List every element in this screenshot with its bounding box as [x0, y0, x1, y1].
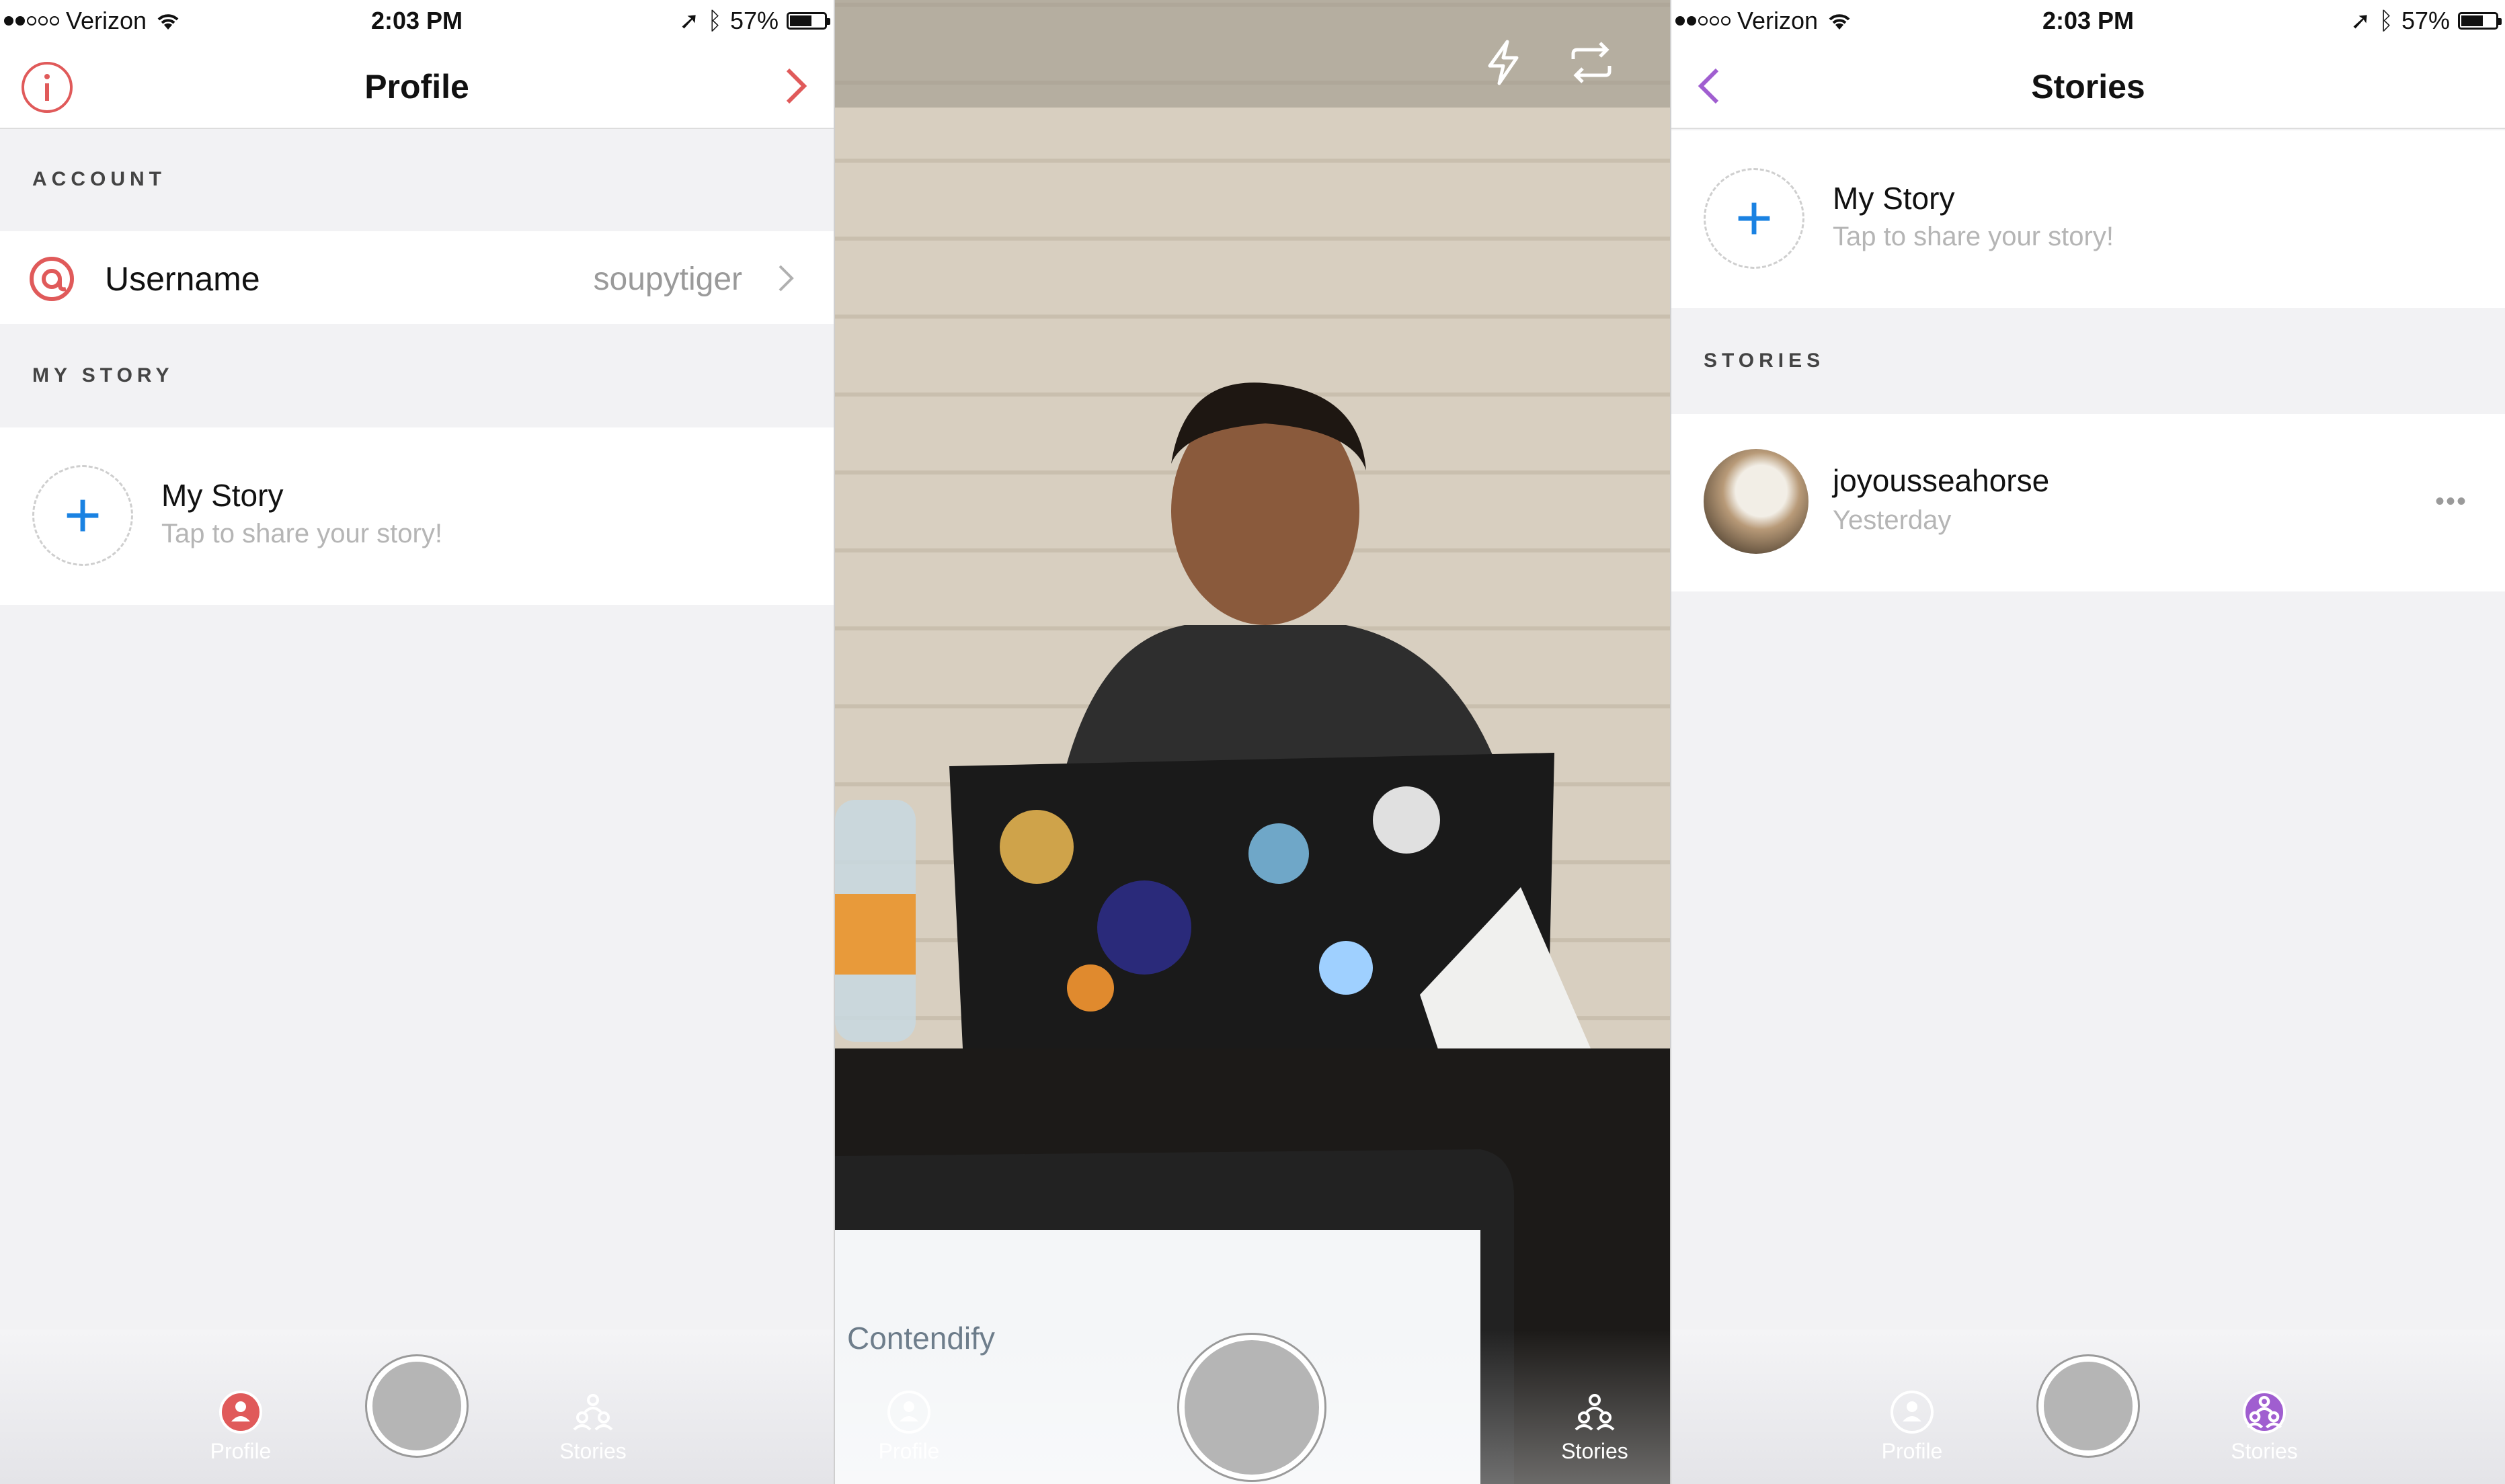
battery-icon — [787, 12, 830, 30]
tab-profile-label: Profile — [878, 1439, 940, 1463]
camera-photo — [835, 0, 1670, 1484]
at-icon — [30, 257, 74, 301]
battery-percent: 57% — [729, 7, 779, 34]
capture-button[interactable] — [2038, 1356, 2138, 1456]
my-story-row[interactable]: + My Story Tap to share your story! — [0, 427, 834, 605]
location-arrow-icon: ➚ — [679, 7, 700, 34]
username-label: Username — [105, 260, 260, 298]
avatar — [1704, 449, 1808, 554]
page-title: Stories — [2031, 68, 2145, 106]
tab-stories[interactable]: Stories — [1527, 1391, 1662, 1464]
more-icon[interactable]: ••• — [2435, 487, 2467, 517]
stories-icon — [571, 1391, 614, 1434]
stories-icon — [1573, 1391, 1616, 1434]
tab-stories[interactable]: Stories — [526, 1391, 660, 1464]
stories-icon — [2243, 1391, 2286, 1434]
tab-stories-label: Stories — [1561, 1439, 1628, 1463]
my-story-section-header: MY STORY — [32, 364, 174, 386]
my-story-subtitle: Tap to share your story! — [161, 519, 442, 548]
username-row[interactable]: Username soupytiger — [0, 231, 834, 324]
my-story-title: My Story — [161, 478, 284, 513]
list-item[interactable]: joyousseahorse Yesterday ••• — [1671, 414, 2505, 591]
profile-icon — [219, 1391, 262, 1434]
tab-bar: Profile Stories — [1671, 1329, 2505, 1484]
tab-profile-label: Profile — [1881, 1439, 1943, 1463]
tab-profile[interactable]: Profile — [173, 1391, 308, 1464]
location-arrow-icon: ➚ — [2350, 7, 2371, 34]
account-section-header: ACCOUNT — [32, 168, 166, 190]
my-story-subtitle: Tap to share your story! — [1833, 222, 2114, 251]
stories-screen: Verizon 2:03 PM ➚ ᛒ 57% Stories + My Sto… — [1671, 0, 2505, 1484]
stories-navbar: Stories — [1671, 42, 2505, 129]
username-value: soupytiger — [593, 261, 742, 297]
plus-icon: + — [1735, 182, 1774, 254]
profile-icon — [1891, 1391, 1934, 1434]
tab-profile-label: Profile — [210, 1439, 272, 1463]
page-title: Profile — [364, 68, 469, 106]
tab-profile[interactable]: Profile — [1845, 1391, 1979, 1464]
bluetooth-icon: ᛒ — [707, 7, 722, 34]
story-time: Yesterday — [1833, 505, 1952, 535]
chevron-right-icon — [779, 265, 794, 292]
tab-stories[interactable]: Stories — [2197, 1391, 2332, 1464]
tab-profile[interactable]: Profile — [842, 1391, 976, 1464]
battery-percent: 57% — [2401, 7, 2450, 34]
flash-icon[interactable] — [1484, 39, 1522, 86]
add-story-button[interactable]: + — [32, 465, 133, 566]
plus-icon: + — [63, 479, 102, 551]
bluetooth-icon: ᛒ — [2379, 7, 2393, 34]
profile-icon — [887, 1391, 930, 1434]
switch-camera-icon[interactable] — [1568, 39, 1615, 86]
profile-navbar: Profile — [0, 42, 834, 129]
capture-button[interactable] — [1179, 1335, 1324, 1480]
status-right: ➚ ᛒ 57% — [2350, 7, 2502, 35]
story-username: joyousseahorse — [1833, 463, 2050, 498]
profile-screen: Verizon 2:03 PM ➚ ᛒ 57% Profile ACCOUNT … — [0, 0, 834, 1484]
camera-screen: Contendify Profile Stories — [835, 0, 1670, 1484]
add-story-button[interactable]: + — [1704, 168, 1804, 269]
battery-icon — [2458, 12, 2502, 30]
my-story-title: My Story — [1833, 181, 1955, 216]
tab-bar: Profile Stories — [835, 1329, 1670, 1484]
tab-stories-label: Stories — [559, 1439, 627, 1463]
tab-stories-label: Stories — [2231, 1439, 2298, 1463]
chevron-right-icon[interactable] — [783, 66, 809, 106]
tab-bar: Profile Stories — [0, 1329, 834, 1484]
stories-section-header: STORIES — [1704, 349, 1825, 372]
status-bar: Verizon 2:03 PM ➚ ᛒ 57% — [1671, 0, 2505, 42]
capture-button[interactable] — [367, 1356, 467, 1456]
status-bar: Verizon 2:03 PM ➚ ᛒ 57% — [0, 0, 834, 42]
my-story-row[interactable]: + My Story Tap to share your story! — [1671, 130, 2505, 308]
status-right: ➚ ᛒ 57% — [679, 7, 830, 35]
